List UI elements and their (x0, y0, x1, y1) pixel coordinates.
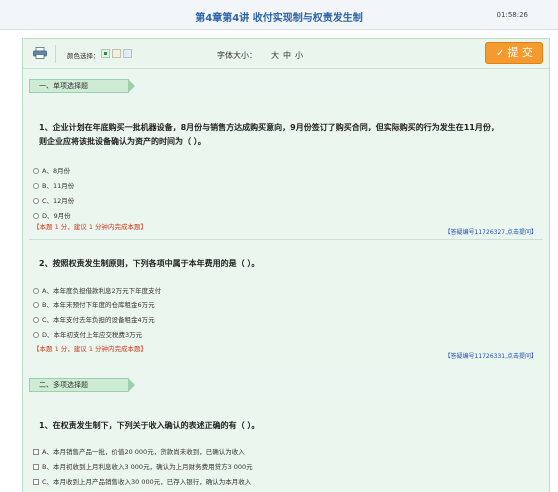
radio-button[interactable] (33, 288, 39, 294)
q2-score-hint: 【本题 1 分，建议 1 分钟内完成本题】 (33, 345, 148, 353)
question-1: 1、企业计划在年底购买一批机器设备，8月份与销售方达成购买意向，9月份签订了购买… (29, 99, 543, 236)
toolbar-divider (55, 45, 56, 63)
checkbox[interactable] (33, 479, 39, 485)
radio-button[interactable] (33, 332, 39, 338)
question-2-text: 2、按照权责发生制原则，下列各项中属于本年费用的是（ ）。 (39, 259, 260, 268)
question-1-line-1: 1、企业计划在年底购买一批机器设备，8月份与销售方达成购买意向，9月份签订了购买… (39, 123, 499, 132)
toolbar: 颜色选择： 字体大小： 大 中 小 ✓ 提 交 (23, 39, 549, 69)
radio-button[interactable] (33, 302, 39, 308)
radio-button[interactable] (33, 317, 39, 323)
title-bar: 第4章第4讲 收付实现制与权责发生制 01:58:26 (0, 0, 558, 30)
font-size-small[interactable]: 小 (295, 50, 303, 61)
color-select-label: 颜色选择： (67, 52, 100, 60)
font-size-large[interactable]: 大 (271, 50, 279, 61)
q1-option-c[interactable]: C、12月份 (33, 196, 74, 206)
submit-button[interactable]: ✓ 提 交 (485, 42, 543, 64)
q2-option-c[interactable]: C、本年支付去年负担的设备租金4万元 (33, 315, 155, 325)
radio-button[interactable] (33, 183, 39, 189)
radio-button[interactable] (33, 213, 39, 219)
font-size-label: 字体大小： (217, 51, 257, 60)
countdown-timer: 01:58:26 (496, 11, 528, 19)
submit-label: 提 交 (507, 46, 533, 59)
radio-button[interactable] (33, 168, 39, 174)
checkbox[interactable] (33, 449, 39, 455)
radio-button[interactable] (33, 198, 39, 204)
color-swatch-yellow[interactable] (112, 49, 121, 58)
q3-option-b[interactable]: B、本月初收到上月利息收入3 000元，确认为上月财务费用贷方3 000元 (33, 462, 253, 472)
checkbox[interactable] (33, 464, 39, 470)
q1-option-b[interactable]: B、11月份 (33, 181, 74, 191)
check-icon: ✓ (496, 48, 505, 59)
question-3: 1、在权责发生制下，下列关于收入确认的表述正确的有（ ）。 A、本月销售产品一批… (29, 399, 543, 492)
q1-option-a[interactable]: A、8月份 (33, 166, 70, 176)
q2-option-d[interactable]: D、本年初支付上年应交税费3万元 (33, 330, 142, 340)
section-multiple-choice: 二、多项选择题 (29, 378, 135, 392)
q2-ask-link[interactable]: 【答疑编号11726331,点击提问】 (445, 351, 537, 360)
exam-panel: 颜色选择： 字体大小： 大 中 小 ✓ 提 交 一、单项选择题 1、企业计划在年底… (22, 38, 550, 492)
q3-option-c[interactable]: C、本月收到上月产品销售收入30 000元，已存入银行，确认为本月收入 (33, 477, 251, 487)
color-swatch-green[interactable] (101, 49, 110, 58)
q1-score-hint: 【本题 1 分，建议 1 分钟内完成本题】 (33, 223, 148, 231)
question-3-text: 1、在权责发生制下，下列关于收入确认的表述正确的有（ ）。 (39, 421, 260, 430)
q2-option-a[interactable]: A、本年度负担借款利息2万元下年度支付 (33, 286, 161, 296)
font-size-medium[interactable]: 中 (283, 50, 291, 61)
question-1-line-2: 则企业应将该批设备确认为资产的时间为（ ）。 (39, 137, 206, 146)
page-title: 第4章第4讲 收付实现制与权责发生制 (195, 13, 363, 24)
question-2: 2、按照权责发生制原则，下列各项中属于本年费用的是（ ）。 A、本年度负担借款利… (29, 239, 543, 365)
section-single-choice: 一、单项选择题 (29, 79, 135, 93)
q1-option-d[interactable]: D、9月份 (33, 211, 71, 221)
selected-indicator (104, 52, 107, 55)
q2-option-b[interactable]: B、本年末预付下年度的仓库租金6万元 (33, 300, 155, 310)
q3-option-a[interactable]: A、本月销售产品一批，价值20 000元，货款尚未收到，已确认为收入 (33, 447, 245, 457)
printer-icon[interactable] (33, 47, 47, 59)
question-1-text: 1、企业计划在年底购买一批机器设备，8月份与销售方达成购买意向，9月份签订了购买… (39, 121, 534, 149)
color-swatch-blue[interactable] (123, 49, 132, 58)
q1-ask-link[interactable]: 【答疑编号11726327,点击提问】 (445, 227, 537, 236)
